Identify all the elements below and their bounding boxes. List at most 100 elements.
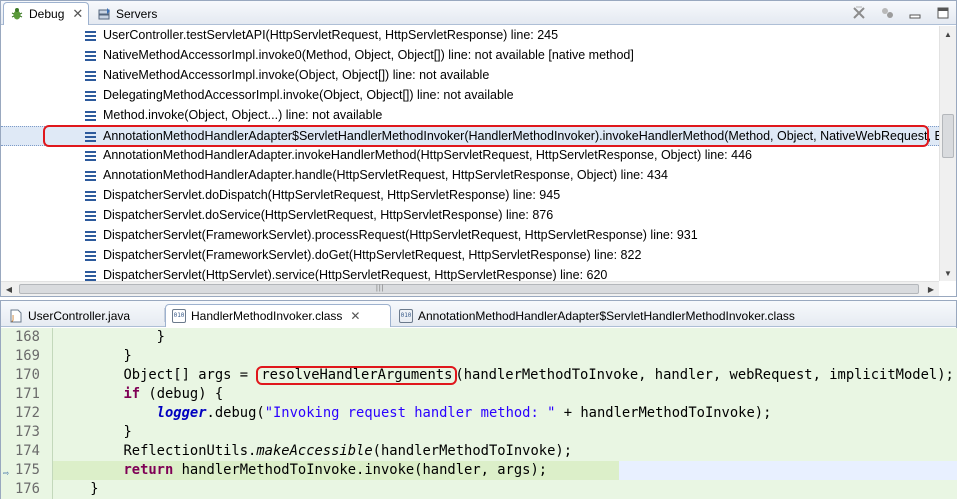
tab-usercontroller-label: UserController.java <box>28 308 131 323</box>
code-token: .debug( <box>206 405 265 421</box>
code-line[interactable]: 172 logger.debug("Invoking request handl… <box>1 404 957 423</box>
stack-frame-label: Method.invoke(Object, Object...) line: n… <box>103 108 383 122</box>
line-number: 171 <box>15 386 40 402</box>
stack-frame-row[interactable]: DispatcherServlet(HttpServlet).service(H… <box>1 266 939 281</box>
stack-frame-icon <box>85 151 96 161</box>
scroll-left-icon[interactable]: ◀ <box>1 282 17 296</box>
minimize-icon[interactable] <box>906 4 924 22</box>
stack-frame-icon <box>85 91 96 101</box>
line-number: 174 <box>15 443 40 459</box>
stack-frame-row[interactable]: AnnotationMethodHandlerAdapter.invokeHan… <box>1 146 939 166</box>
horizontal-scrollbar[interactable]: ◀ ||| ▶ <box>1 281 939 296</box>
code-text: } <box>57 347 132 366</box>
code-token: (debug) { <box>140 386 224 402</box>
code-token: Object[] args = <box>57 367 257 383</box>
code-text: } <box>57 480 98 499</box>
tab-debug-label: Debug <box>29 7 65 21</box>
scroll-down-icon[interactable]: ▼ <box>940 265 956 281</box>
stack-frame-icon <box>85 251 96 261</box>
close-icon[interactable]: ✕ <box>72 6 83 22</box>
debug-bug-icon <box>10 7 24 21</box>
stack-frame-icon <box>85 51 96 61</box>
grip-icon: ||| <box>376 285 385 292</box>
code-token: (handlerMethodToInvoke, handler, webRequ… <box>455 367 954 383</box>
code-line[interactable]: 173 } <box>1 423 957 442</box>
maximize-icon[interactable] <box>934 4 952 22</box>
code-token: makeAccessible <box>256 443 373 459</box>
class-file-icon: 010 <box>399 308 413 323</box>
stack-frame-list[interactable]: UserController.testServletAPI(HttpServle… <box>1 26 939 281</box>
stack-frame-row[interactable]: DispatcherServlet.doService(HttpServletR… <box>1 206 939 226</box>
code-token: } <box>57 424 132 440</box>
stack-frame-label: DelegatingMethodAccessorImpl.invoke(Obje… <box>103 88 514 102</box>
stack-frame-icon <box>85 211 96 221</box>
tab-handlermethodinvoker-class[interactable]: 010 HandlerMethodInvoker.class ✕ <box>165 304 391 327</box>
stack-frame-row[interactable]: UserController.testServletAPI(HttpServle… <box>1 26 939 46</box>
tab-usercontroller-java[interactable]: J UserController.java <box>3 304 165 327</box>
stack-frame-icon <box>85 111 96 121</box>
code-token: } <box>57 329 165 345</box>
stack-frame-label: DispatcherServlet.doDispatch(HttpServlet… <box>103 188 561 202</box>
stack-frame-row[interactable]: NativeMethodAccessorImpl.invoke0(Method,… <box>1 46 939 66</box>
stack-frame-row[interactable]: AnnotationMethodHandlerAdapter.handle(Ht… <box>1 166 939 186</box>
code-line[interactable]: 171 if (debug) { <box>1 385 957 404</box>
stack-frame-label: DispatcherServlet(FrameworkServlet).doGe… <box>103 248 642 262</box>
tab-annotation-adapter-label: AnnotationMethodHandlerAdapter$ServletHa… <box>418 308 795 323</box>
line-number: 173 <box>15 424 40 440</box>
code-line[interactable]: 168 } <box>1 328 957 347</box>
stack-frame-row[interactable]: NativeMethodAccessorImpl.invoke(Object, … <box>1 66 939 86</box>
stack-frame-label: NativeMethodAccessorImpl.invoke0(Method,… <box>103 48 634 62</box>
scroll-thumb[interactable] <box>942 114 954 158</box>
stack-frame-row[interactable]: Method.invoke(Object, Object...) line: n… <box>1 106 939 126</box>
hscroll-thumb[interactable] <box>19 284 919 294</box>
stack-frame-icon <box>85 231 96 241</box>
code-text: Object[] args = resolveHandlerArguments(… <box>57 366 954 385</box>
stack-frame-row[interactable]: DispatcherServlet.doDispatch(HttpServlet… <box>1 186 939 206</box>
tab-handlermethodinvoker-label: HandlerMethodInvoker.class <box>191 309 343 323</box>
code-token: + handlerMethodToInvoke); <box>555 405 772 421</box>
debug-tabbar: Debug ✕ Servers <box>1 1 956 25</box>
stack-frame-label: NativeMethodAccessorImpl.invoke(Object, … <box>103 68 490 82</box>
cursor-line-highlight <box>619 461 957 480</box>
stack-frame-icon <box>85 71 96 81</box>
connect-icon[interactable] <box>878 4 896 22</box>
remove-all-terminated-icon[interactable] <box>850 4 868 22</box>
tab-servers[interactable]: Servers <box>91 2 173 25</box>
code-token: (handlerMethodToInvoke); <box>372 443 573 459</box>
stack-frame-label: UserController.testServletAPI(HttpServle… <box>103 28 559 42</box>
tab-debug[interactable]: Debug ✕ <box>3 2 89 25</box>
line-number: 176 <box>15 481 40 497</box>
editor-tabbar: J UserController.java 010 HandlerMethodI… <box>1 301 956 327</box>
code-line[interactable]: 170 Object[] args = resolveHandlerArgume… <box>1 366 957 385</box>
stack-frame-row[interactable]: DelegatingMethodAccessorImpl.invoke(Obje… <box>1 86 939 106</box>
debug-toolbar <box>850 4 952 22</box>
code-token: logger <box>156 405 207 421</box>
code-line[interactable]: 176 } <box>1 480 957 499</box>
line-number: 175 <box>15 462 40 478</box>
stack-frame-label: AnnotationMethodHandlerAdapter.handle(Ht… <box>103 168 668 182</box>
code-line[interactable]: 169 } <box>1 347 957 366</box>
stack-frame-icon <box>85 132 96 142</box>
code-editor[interactable]: 168 } 169 } 170 Object[] args = resolveHan… <box>1 328 957 499</box>
servers-icon <box>97 7 111 21</box>
code-line[interactable]: 174 ReflectionUtils.makeAccessible(handl… <box>1 442 957 461</box>
stack-frame-row[interactable]: DispatcherServlet(FrameworkServlet).doGe… <box>1 246 939 266</box>
stack-frame-icon <box>85 271 96 281</box>
scroll-right-icon[interactable]: ▶ <box>923 282 939 296</box>
code-text: ReflectionUtils.makeAccessible(handlerMe… <box>57 442 572 461</box>
code-text: } <box>57 328 165 347</box>
scroll-up-icon[interactable]: ▲ <box>940 26 956 42</box>
code-token: } <box>57 348 132 364</box>
tab-annotationmethodhandleradapter-class[interactable]: 010 AnnotationMethodHandlerAdapter$Servl… <box>393 304 853 327</box>
editor-view: J UserController.java 010 HandlerMethodI… <box>0 300 957 499</box>
stack-frame-row[interactable]: AnnotationMethodHandlerAdapter$ServletHa… <box>1 126 939 146</box>
vertical-scrollbar[interactable]: ▲ ▼ <box>939 26 956 281</box>
stack-frame-row[interactable]: DispatcherServlet(FrameworkServlet).proc… <box>1 226 939 246</box>
stack-frame-icon <box>85 191 96 201</box>
stack-frame-label: DispatcherServlet(FrameworkServlet).proc… <box>103 228 698 242</box>
close-icon[interactable]: ✕ <box>350 309 360 323</box>
stack-frame-label: DispatcherServlet.doService(HttpServletR… <box>103 208 554 222</box>
code-line[interactable]: ⇨ 175 return handlerMethodToInvoke.invoke… <box>1 461 957 480</box>
